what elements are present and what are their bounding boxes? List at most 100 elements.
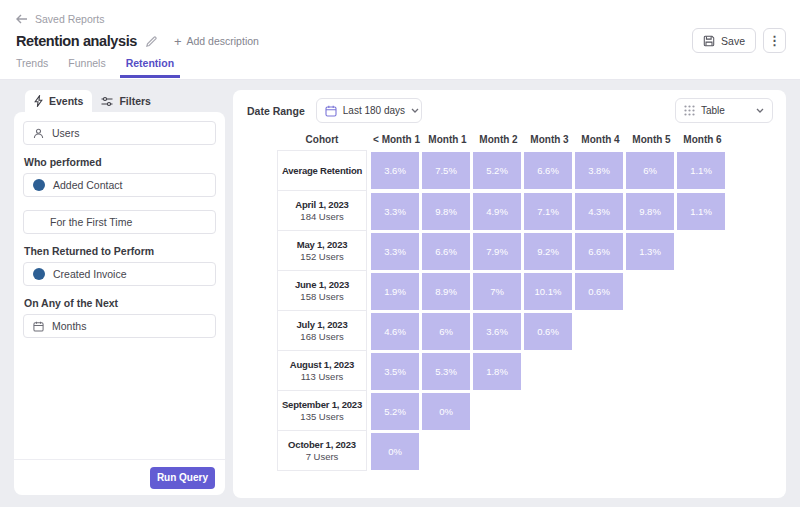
- retention-cells: 5.2%0%: [371, 391, 473, 431]
- chevron-down-icon: [756, 108, 764, 113]
- chevron-down-icon: [411, 108, 419, 113]
- retention-cell[interactable]: 0.6%: [524, 313, 572, 350]
- cohort-users: 152 Users: [300, 251, 343, 263]
- date-range-label: Date Range: [247, 105, 305, 117]
- retention-cell[interactable]: 6%: [626, 152, 674, 189]
- first-time-selector[interactable]: For the First Time: [23, 210, 216, 234]
- back-link[interactable]: Saved Reports: [16, 13, 104, 25]
- view-selector-dropdown[interactable]: Table: [675, 98, 773, 123]
- date-range-dropdown[interactable]: Last 180 days: [316, 98, 422, 123]
- cohort-cell: August 1, 2023113 Users: [277, 350, 367, 391]
- retention-cells: 4.6%6%3.6%0.6%: [371, 311, 575, 351]
- save-button[interactable]: Save: [692, 28, 756, 53]
- date-range-value: Last 180 days: [343, 105, 405, 116]
- tab-funnels[interactable]: Funnels: [62, 57, 111, 78]
- retention-cell[interactable]: 0%: [371, 433, 419, 470]
- tab-filters[interactable]: Filters: [92, 90, 160, 112]
- retention-cell[interactable]: 1.1%: [677, 152, 725, 189]
- retention-table: Cohort < Month 1 Month 1 Month 2 Month 3…: [277, 134, 786, 471]
- retention-cell[interactable]: 3.3%: [371, 233, 419, 270]
- retention-cell[interactable]: 3.6%: [371, 152, 419, 189]
- retention-cell[interactable]: 1.3%: [626, 233, 674, 270]
- run-query-button[interactable]: Run Query: [150, 467, 215, 489]
- column-header: Month 6: [677, 134, 728, 145]
- cohort-label: May 1, 2023: [297, 238, 348, 251]
- column-header: Month 4: [575, 134, 626, 145]
- user-icon: [33, 128, 44, 139]
- retention-cell[interactable]: 6.6%: [422, 233, 470, 270]
- cohort-label: September 1, 2023: [282, 398, 362, 411]
- retention-cell[interactable]: 3.5%: [371, 353, 419, 390]
- filters-tab-label: Filters: [119, 95, 151, 107]
- retention-cell[interactable]: 0.6%: [575, 273, 623, 310]
- add-description-label: Add description: [187, 35, 259, 47]
- cohort-label: August 1, 2023: [290, 358, 354, 371]
- retention-cell[interactable]: 4.9%: [473, 193, 521, 230]
- event-dot-icon: [33, 268, 45, 280]
- retention-cell[interactable]: 7.9%: [473, 233, 521, 270]
- retention-cell[interactable]: 6%: [422, 313, 470, 350]
- back-label: Saved Reports: [35, 13, 104, 25]
- column-header: Month 5: [626, 134, 677, 145]
- retention-cell[interactable]: 7.1%: [524, 193, 572, 230]
- cohort-users: 7 Users: [306, 451, 339, 463]
- retention-cell[interactable]: 1.1%: [677, 193, 725, 230]
- retention-cell[interactable]: 3.8%: [575, 152, 623, 189]
- on-any-label: On Any of the Next: [24, 298, 216, 309]
- retention-cell[interactable]: 0%: [422, 393, 470, 430]
- cohort-label: July 1, 2023: [297, 318, 348, 331]
- tab-trends[interactable]: Trends: [10, 57, 54, 78]
- retention-cell[interactable]: 9.8%: [422, 193, 470, 230]
- retention-cell[interactable]: 4.3%: [575, 193, 623, 230]
- events-tab-label: Events: [49, 95, 83, 107]
- retention-cell[interactable]: 7%: [473, 273, 521, 310]
- cohort-cell: May 1, 2023152 Users: [277, 230, 367, 271]
- cohort-users: 184 Users: [300, 211, 343, 223]
- return-event-selector[interactable]: Created Invoice: [23, 262, 216, 286]
- cohort-users: 135 Users: [300, 411, 343, 423]
- retention-cell[interactable]: 5.2%: [473, 152, 521, 189]
- retention-cell[interactable]: 8.9%: [422, 273, 470, 310]
- filters-icon: [101, 96, 113, 107]
- table-row: Average Retention3.6%7.5%5.2%6.6%3.8%6%1…: [277, 150, 786, 191]
- retention-cells: 1.9%8.9%7%10.1%0.6%: [371, 271, 626, 311]
- retention-cell[interactable]: 6.6%: [524, 152, 572, 189]
- retention-cell[interactable]: 10.1%: [524, 273, 572, 310]
- table-row: July 1, 2023168 Users4.6%6%3.6%0.6%: [277, 311, 786, 351]
- retention-cell[interactable]: 9.8%: [626, 193, 674, 230]
- retention-cell[interactable]: 5.3%: [422, 353, 470, 390]
- more-options-button[interactable]: ⋮: [763, 28, 786, 53]
- users-selector[interactable]: Users: [23, 121, 216, 145]
- retention-cell[interactable]: 4.6%: [371, 313, 419, 350]
- table-row: May 1, 2023152 Users3.3%6.6%7.9%9.2%6.6%…: [277, 231, 786, 271]
- retention-cell[interactable]: 3.6%: [473, 313, 521, 350]
- save-label: Save: [721, 35, 745, 47]
- lightning-icon: [34, 95, 43, 107]
- tab-retention[interactable]: Retention: [120, 57, 180, 78]
- column-header: Month 2: [473, 134, 524, 145]
- add-description-button[interactable]: +Add description: [174, 34, 259, 49]
- users-label: Users: [52, 127, 79, 139]
- retention-cell[interactable]: 3.3%: [371, 193, 419, 230]
- retention-cell[interactable]: 1.8%: [473, 353, 521, 390]
- table-row: August 1, 2023113 Users3.5%5.3%1.8%: [277, 351, 786, 391]
- column-header: Month 3: [524, 134, 575, 145]
- edit-title-icon[interactable]: [145, 35, 158, 48]
- retention-cell[interactable]: 5.2%: [371, 393, 419, 430]
- retention-cell[interactable]: 1.9%: [371, 273, 419, 310]
- calendar-icon: [325, 105, 337, 117]
- retention-cell[interactable]: 9.2%: [524, 233, 572, 270]
- retention-cell[interactable]: 6.6%: [575, 233, 623, 270]
- view-selector-value: Table: [701, 105, 725, 116]
- unit-selector[interactable]: Months: [23, 314, 216, 338]
- retention-cell[interactable]: 7.5%: [422, 152, 470, 189]
- first-event-selector[interactable]: Added Contact: [23, 173, 216, 197]
- cohort-cell: July 1, 2023168 Users: [277, 310, 367, 351]
- page-header: Saved Reports Retention analysis +Add de…: [0, 0, 800, 80]
- cohort-cell: April 1, 2023184 Users: [277, 190, 367, 231]
- table-row: June 1, 2023158 Users1.9%8.9%7%10.1%0.6%: [277, 271, 786, 311]
- table-body: Average Retention3.6%7.5%5.2%6.6%3.8%6%1…: [277, 150, 786, 471]
- cohort-cell: September 1, 2023135 Users: [277, 390, 367, 431]
- tab-events[interactable]: Events: [25, 90, 92, 112]
- table-row: April 1, 2023184 Users3.3%9.8%4.9%7.1%4.…: [277, 191, 786, 231]
